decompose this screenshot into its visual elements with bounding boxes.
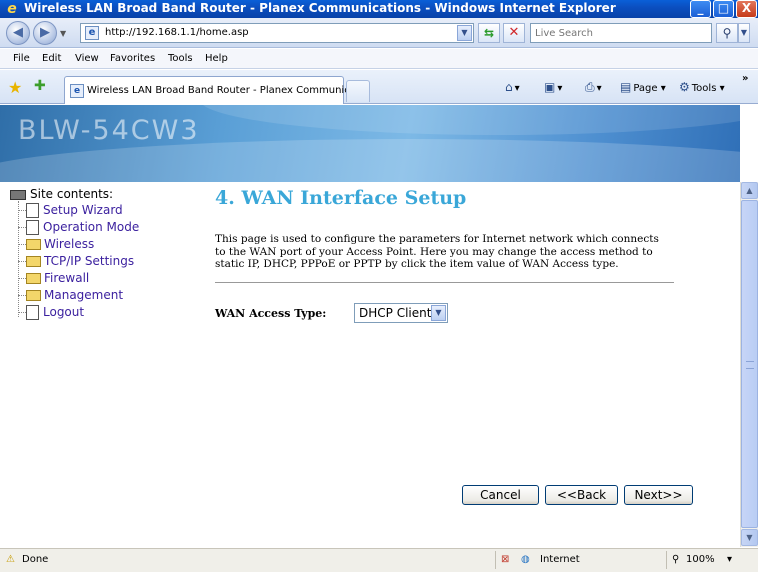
document-icon (26, 305, 39, 320)
scrollbar-thumb[interactable] (741, 200, 758, 528)
wan-access-type-label: WAN Access Type: (215, 307, 327, 320)
menu-favorites[interactable]: Favorites (110, 53, 155, 64)
window-title: Wireless LAN Broad Band Router - Planex … (24, 1, 616, 15)
window-title-bar: e Wireless LAN Broad Band Router - Plane… (0, 0, 758, 18)
forward-button[interactable]: ▶ (33, 21, 57, 45)
globe-icon: ◍ (521, 554, 530, 565)
router-model-logo: BLW-54CW3 (18, 115, 200, 146)
wan-access-type-value: DHCP Client (359, 306, 432, 320)
menu-view[interactable]: View (75, 53, 99, 64)
menu-edit[interactable]: Edit (42, 53, 61, 64)
search-box[interactable] (530, 23, 712, 43)
scroll-down-icon[interactable]: ▼ (741, 529, 758, 546)
chevron-more-icon[interactable]: » (742, 73, 748, 84)
close-button[interactable]: X (736, 0, 757, 18)
site-contents-root: Site contents: (10, 187, 113, 201)
menu-bar: File Edit View Favorites Tools Help (0, 49, 758, 69)
favorites-star-icon[interactable]: ★ (8, 78, 22, 97)
folder-icon (26, 273, 41, 284)
tree-item-operation-mode[interactable]: Operation Mode (18, 220, 139, 235)
divider (215, 282, 674, 283)
page-description: This page is used to configure the param… (215, 233, 659, 270)
maximize-button[interactable]: □ (713, 0, 734, 18)
blocked-icon[interactable]: ⊠ (501, 554, 509, 565)
vertical-scrollbar[interactable]: ▲ ▼ (740, 182, 758, 547)
page-content: BLW-54CW3 Site contents: Setup Wizard Op… (0, 105, 740, 547)
page-icon: ▤ (620, 80, 632, 94)
minimize-button[interactable]: _ (690, 0, 711, 18)
folder-icon (26, 290, 41, 301)
tab-active[interactable]: e Wireless LAN Broad Band Router - Plane… (64, 76, 369, 104)
gear-icon: ⚙ (679, 80, 690, 94)
tree-item-logout[interactable]: Logout (18, 305, 84, 320)
security-zone[interactable]: Internet (540, 554, 580, 565)
router-banner: BLW-54CW3 (0, 105, 740, 182)
wan-setup-panel: 4. WAN Interface Setup This page is used… (215, 187, 675, 323)
tree-item-setup-wizard[interactable]: Setup Wizard (18, 203, 123, 218)
history-dropdown-icon[interactable]: ▼ (60, 29, 66, 38)
feeds-icon[interactable]: ▣ ▾ (544, 80, 562, 94)
tree-item-tcpip-settings[interactable]: TCP/IP Settings (18, 254, 134, 268)
cancel-button[interactable]: Cancel (462, 485, 539, 505)
tree-item-wireless[interactable]: Wireless (18, 237, 94, 251)
tab-bar: ★ ✚ e Wireless LAN Broad Band Router - P… (0, 70, 758, 104)
address-bar[interactable]: e http://192.168.1.1/home.asp ▼ (80, 23, 474, 43)
back-step-button[interactable]: <<Back (545, 485, 618, 505)
tree-item-firewall[interactable]: Firewall (18, 271, 89, 285)
add-favorite-icon[interactable]: ✚ (34, 78, 46, 94)
new-tab-button[interactable] (346, 80, 370, 102)
chevron-down-icon[interactable]: ▼ (431, 305, 446, 321)
tree-item-management[interactable]: Management (18, 288, 123, 302)
menu-help[interactable]: Help (205, 53, 228, 64)
document-icon (26, 220, 39, 235)
search-icon[interactable]: ⚲ (716, 23, 738, 43)
status-text: Done (22, 554, 49, 565)
next-button[interactable]: Next>> (624, 485, 693, 505)
scroll-up-icon[interactable]: ▲ (741, 182, 758, 199)
zoom-level[interactable]: 100% (686, 554, 715, 565)
back-button[interactable]: ◀ (6, 21, 30, 45)
zoom-icon[interactable]: ⚲ (672, 554, 679, 565)
zoom-dropdown-icon[interactable]: ▾ (727, 554, 732, 565)
search-options-icon[interactable]: ▼ (738, 23, 750, 43)
menu-tools[interactable]: Tools (168, 53, 193, 64)
tab-page-icon: e (70, 84, 84, 98)
warning-icon: ⚠ (6, 554, 15, 565)
document-icon (26, 203, 39, 218)
stop-button[interactable]: ✕ (503, 23, 525, 43)
page-title: 4. WAN Interface Setup (215, 187, 467, 209)
address-url[interactable]: http://192.168.1.1/home.asp (105, 27, 249, 38)
page-icon: e (85, 26, 99, 40)
search-input[interactable] (531, 24, 711, 42)
tools-menu[interactable]: ⚙ Tools ▾ (679, 80, 725, 94)
print-icon[interactable]: ⎙ ▾ (585, 80, 602, 95)
menu-file[interactable]: File (13, 53, 30, 64)
address-dropdown-icon[interactable]: ▼ (457, 25, 472, 41)
wan-access-type-select[interactable]: DHCP Client ▼ (354, 303, 448, 323)
folder-icon (26, 256, 41, 267)
folder-icon (26, 239, 41, 250)
status-bar: ⚠ Done ⊠ ◍ Internet ⚲ 100% ▾ (0, 548, 758, 572)
computer-icon (10, 189, 26, 200)
tab-label: Wireless LAN Broad Band Router - Planex … (87, 85, 370, 96)
refresh-button[interactable]: ⇆ (478, 23, 500, 43)
page-menu[interactable]: ▤ Page ▾ (620, 80, 666, 94)
address-toolbar: ◀ ▶ ▼ e http://192.168.1.1/home.asp ▼ ⇆ … (0, 18, 758, 48)
ie-logo-icon: e (7, 1, 17, 17)
home-icon[interactable]: ⌂ ▾ (505, 80, 520, 94)
